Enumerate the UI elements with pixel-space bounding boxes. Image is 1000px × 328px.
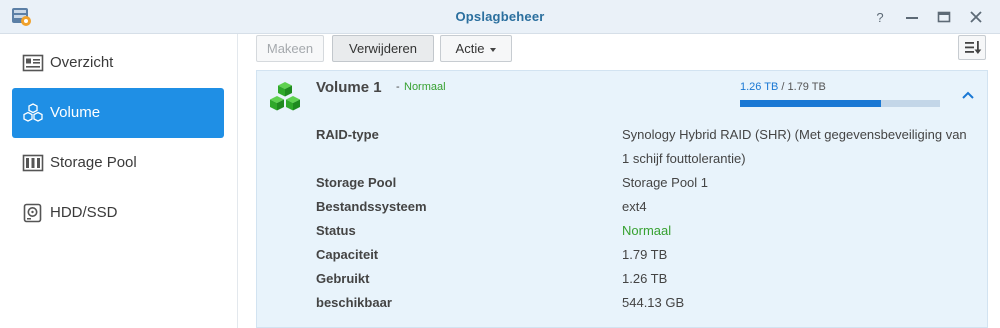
delete-button[interactable]: Verwijderen — [332, 35, 434, 62]
volume-separator: - — [396, 81, 400, 93]
detail-value: ext4 — [622, 199, 647, 214]
sidebar-item-label: HDD/SSD — [50, 204, 118, 221]
sidebar: Overzicht Volume Storage Pool HDD/SSD — [0, 34, 238, 328]
minimize-icon[interactable] — [902, 7, 922, 27]
detail-label: RAID-type — [316, 127, 379, 142]
usage-slash: / — [781, 81, 785, 93]
window-title: Opslagbeheer — [455, 9, 545, 24]
sidebar-item-storage-pool[interactable]: Storage Pool — [12, 138, 224, 188]
chevron-down-icon — [490, 47, 497, 52]
detail-value: Synology Hybrid RAID (SHR) (Met gegevens… — [622, 127, 967, 166]
detail-label: Capaciteit — [316, 247, 379, 262]
usage-text: 1.26 TB / 1.79 TB — [740, 81, 826, 93]
detail-value: 544.13 GB — [622, 295, 685, 310]
main-content: Makeen Verwijderen Actie Volume 1 - Norm… — [239, 34, 1000, 328]
volume-panel: Volume 1 - Normaal 1.26 TB / 1.79 TB RAI… — [256, 70, 988, 328]
sidebar-item-label: Overzicht — [50, 54, 114, 71]
sidebar-item-label: Storage Pool — [50, 154, 137, 171]
help-icon[interactable]: ? — [870, 7, 890, 27]
storage-pool-icon — [22, 154, 44, 172]
sort-icon — [965, 41, 982, 54]
usage-bar-fill — [740, 100, 881, 107]
detail-label: Bestandssysteem — [316, 199, 427, 214]
action-dropdown-label: Actie — [455, 41, 485, 56]
maximize-icon[interactable] — [934, 7, 954, 27]
detail-label: Status — [316, 223, 356, 238]
volume-name: Volume 1 — [316, 79, 382, 96]
sidebar-item-overzicht[interactable]: Overzicht — [12, 38, 224, 88]
detail-row-raid-type: RAID-type Synology Hybrid RAID (SHR) (Me… — [316, 123, 976, 171]
close-icon[interactable] — [966, 7, 986, 27]
detail-row-status: Status Normaal — [316, 219, 976, 243]
sidebar-item-label: Volume — [50, 104, 101, 121]
detail-value: 1.26 TB — [622, 271, 668, 286]
overview-icon — [22, 54, 44, 72]
detail-label: Storage Pool — [316, 175, 397, 190]
svg-text:?: ? — [876, 10, 883, 25]
sidebar-item-volume[interactable]: Volume — [12, 88, 224, 138]
usage-total: 1.79 TB — [787, 81, 826, 93]
detail-value: Normaal — [622, 223, 672, 238]
detail-row-used: Gebruikt 1.26 TB — [316, 267, 976, 291]
chevron-up-icon[interactable] — [960, 87, 976, 103]
detail-row-storage-pool: Storage Pool Storage Pool 1 — [316, 171, 976, 195]
detail-label: beschikbaar — [316, 295, 392, 310]
detail-row-available: beschikbaar 544.13 GB — [316, 291, 976, 315]
hdd-icon — [23, 203, 42, 223]
detail-row-filesystem: Bestandssysteem ext4 — [316, 195, 976, 219]
volume-cubes-icon — [270, 82, 300, 111]
create-button[interactable]: Makeen — [256, 35, 324, 62]
volume-cubes-icon — [23, 103, 43, 122]
usage-bar — [740, 100, 940, 107]
detail-value: Storage Pool 1 — [622, 175, 709, 190]
volume-status: Normaal — [404, 81, 446, 93]
detail-label: Gebruikt — [316, 271, 370, 286]
sidebar-item-hdd-ssd[interactable]: HDD/SSD — [12, 188, 224, 238]
action-dropdown[interactable]: Actie — [440, 35, 512, 62]
usage-used: 1.26 TB — [740, 81, 779, 93]
detail-row-capacity: Capaciteit 1.79 TB — [316, 243, 976, 267]
sort-button[interactable] — [958, 35, 986, 60]
detail-value: 1.79 TB — [622, 247, 668, 262]
window-titlebar: Opslagbeheer ? — [0, 0, 1000, 34]
